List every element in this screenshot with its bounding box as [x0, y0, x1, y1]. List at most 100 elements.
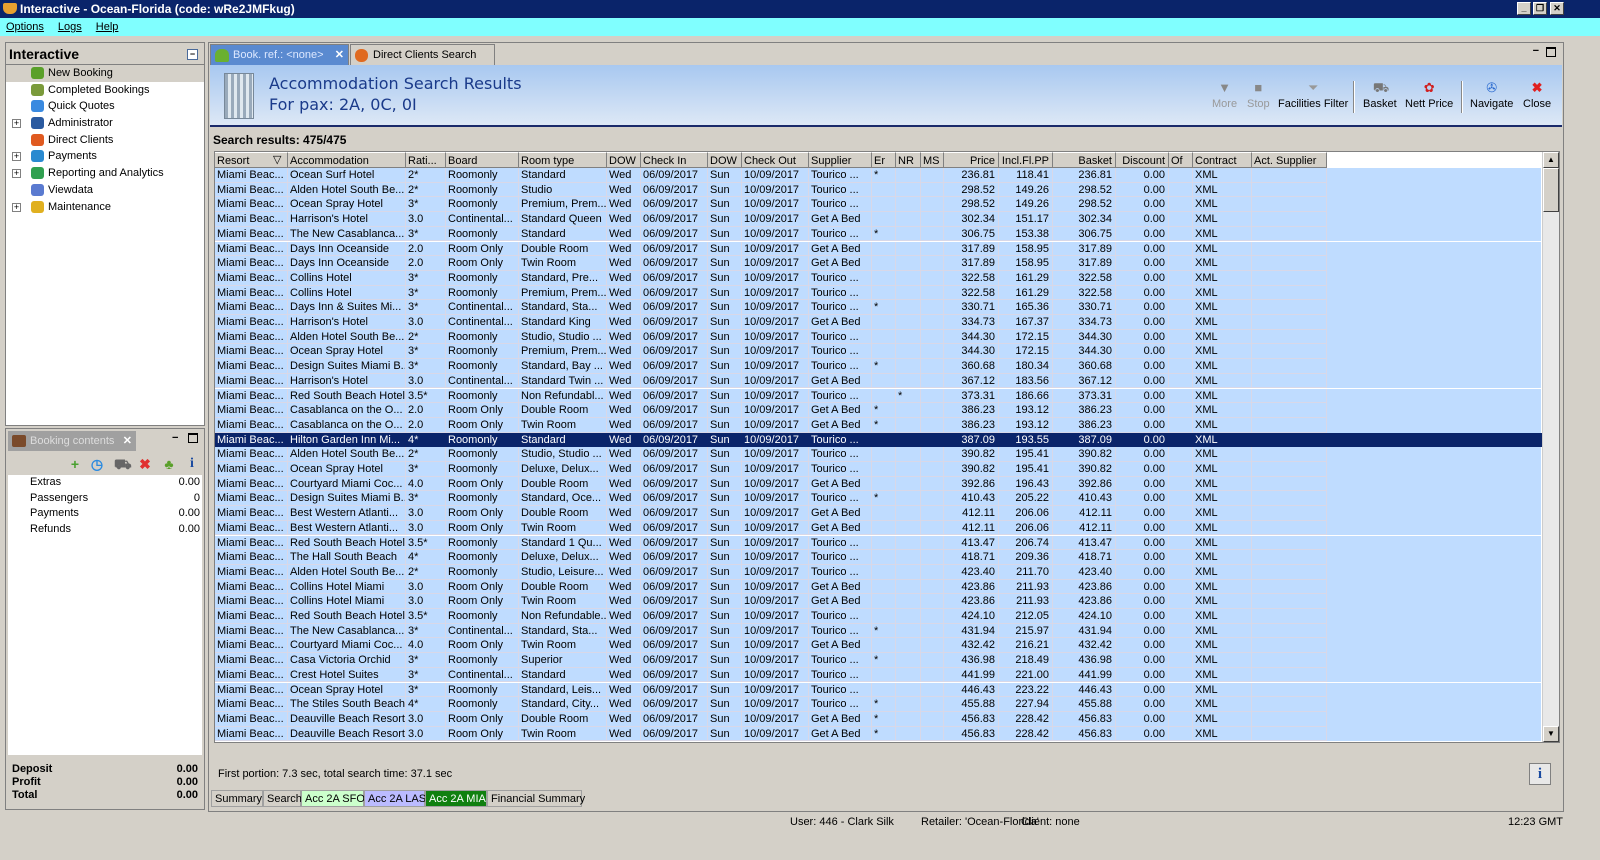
- close-button[interactable]: ✖ Close: [1523, 81, 1551, 111]
- table-row[interactable]: Miami Beac... Best Western Atlanti... 3.0 R…: [215, 506, 1541, 521]
- minimize-panel-button[interactable]: −: [172, 432, 178, 444]
- column-header-accommodation[interactable]: Accommodation: [288, 152, 406, 168]
- tab-booking-ref[interactable]: Book. ref.: <none> ✕: [210, 44, 349, 65]
- expand-icon[interactable]: +: [12, 169, 21, 179]
- table-row[interactable]: Miami Beac... Days Inn Oceanside 2.0 Room O…: [215, 256, 1541, 271]
- column-header-er[interactable]: Er: [872, 152, 896, 168]
- column-header-board[interactable]: Board: [446, 152, 519, 168]
- table-row[interactable]: Miami Beac... Courtyard Miami Coc... 4.0 Ro…: [215, 638, 1541, 654]
- sidebar-item-direct-clients[interactable]: Direct Clients: [6, 132, 204, 149]
- column-header-dow[interactable]: DOW: [708, 152, 742, 168]
- table-row[interactable]: Miami Beac... Design Suites Miami B... 3* R…: [215, 491, 1541, 507]
- column-header-discount[interactable]: Discount: [1116, 152, 1169, 168]
- filter-icon[interactable]: ▽: [273, 152, 281, 168]
- scroll-down-button[interactable]: ▼: [1543, 726, 1559, 742]
- refresh-clock-icon[interactable]: ◷: [90, 457, 104, 471]
- minimize-view-button[interactable]: −: [1533, 45, 1539, 57]
- table-row[interactable]: Miami Beac... Red South Beach Hotel 3.5* Ro…: [215, 535, 1541, 551]
- tab-direct-clients-search[interactable]: Direct Clients Search: [350, 44, 495, 65]
- maximize-view-button[interactable]: [1546, 47, 1556, 57]
- table-row[interactable]: Miami Beac... Ocean Surf Hotel 2* Roomonly S…: [215, 168, 1541, 183]
- minimize-button[interactable]: _: [1517, 2, 1531, 15]
- sidebar-item-new-booking[interactable]: New Booking: [6, 65, 204, 82]
- table-row[interactable]: Miami Beac... Courtyard Miami Coc... 4.0 Ro…: [215, 476, 1541, 492]
- column-header-incl-fl-pp[interactable]: Incl.Fl.PP: [999, 152, 1053, 168]
- bottom-tab-acc-2a-mia[interactable]: Acc 2A MIA: [425, 790, 487, 807]
- column-header-nr[interactable]: NR: [896, 152, 921, 168]
- facilities-filter-button[interactable]: ⏷ Facilities Filter: [1278, 81, 1348, 111]
- info-button[interactable]: i: [1529, 763, 1551, 785]
- column-header-contract[interactable]: Contract: [1193, 152, 1252, 168]
- column-header-price[interactable]: Price: [944, 152, 999, 168]
- bottom-tab-acc-2a-sfo[interactable]: Acc 2A SFO: [301, 790, 365, 807]
- column-header-act-supplier[interactable]: Act. Supplier: [1252, 152, 1327, 168]
- table-row[interactable]: Miami Beac... Harrison's Hotel 3.0 Continen…: [215, 212, 1541, 227]
- column-header-check-in[interactable]: Check In: [641, 152, 708, 168]
- table-row[interactable]: Miami Beac... Best Western Atlanti... 3.0 R…: [215, 520, 1541, 536]
- palm-tree-icon[interactable]: ♣: [162, 457, 176, 471]
- table-row[interactable]: Miami Beac... Alden Hotel South Be... 2* Ro…: [215, 564, 1541, 580]
- table-row[interactable]: Miami Beac... Casablanca on the O... 2.0 Ro…: [215, 417, 1541, 433]
- table-row[interactable]: Miami Beac... Crest Hotel Suites 3* Contine…: [215, 667, 1541, 683]
- bottom-tab-financial-summary[interactable]: Financial Summary: [487, 790, 585, 807]
- bottom-tab-acc-2a-las[interactable]: Acc 2A LAS: [364, 790, 426, 807]
- table-row[interactable]: Miami Beac... Alden Hotel South Be... 2* Ro…: [215, 329, 1541, 345]
- stop-button[interactable]: ■ Stop: [1247, 81, 1270, 111]
- bottom-tab-search[interactable]: Search: [263, 790, 302, 807]
- table-row[interactable]: Miami Beac... Collins Hotel Miami 3.0 Room …: [215, 594, 1541, 609]
- table-row[interactable]: Miami Beac... The Stiles South Beach 4* Roo…: [215, 697, 1541, 712]
- more-button[interactable]: ▼ More: [1212, 81, 1237, 111]
- column-header-ms[interactable]: MS: [921, 152, 944, 168]
- sidebar-item-quick-quotes[interactable]: Quick Quotes: [6, 98, 204, 115]
- scroll-thumb[interactable]: [1543, 168, 1559, 212]
- table-row[interactable]: Miami Beac... Ocean Spray Hotel 3* Roomonly…: [215, 197, 1541, 213]
- table-row[interactable]: Miami Beac... Deauville Beach Resort 3.0 Ro…: [215, 726, 1541, 742]
- info-icon[interactable]: i: [185, 457, 199, 471]
- table-row[interactable]: Miami Beac... Red South Beach Hotel 3.5* Ro…: [215, 609, 1541, 624]
- expand-icon[interactable]: +: [12, 202, 21, 212]
- basket-go-icon[interactable]: ⛟: [114, 457, 132, 471]
- scroll-up-button[interactable]: ▲: [1543, 152, 1559, 168]
- table-row[interactable]: Miami Beac... Ocean Spray Hotel 3* Roomonly…: [215, 462, 1541, 477]
- restore-button[interactable]: ❐: [1533, 2, 1547, 15]
- add-icon[interactable]: +: [68, 457, 82, 471]
- column-header-check-out[interactable]: Check Out: [742, 152, 809, 168]
- expand-icon[interactable]: +: [12, 152, 21, 162]
- column-header-basket[interactable]: Basket: [1053, 152, 1116, 168]
- table-row[interactable]: Miami Beac... Alden Hotel South Be... 2* Ro…: [215, 182, 1541, 198]
- table-row[interactable]: Miami Beac... Hilton Garden Inn Mi... 4* Ro…: [215, 432, 1541, 448]
- table-row[interactable]: Miami Beac... Design Suites Miami B... 3* R…: [215, 359, 1541, 374]
- sidebar-item-reporting-and-analytics[interactable]: + Reporting and Analytics: [6, 165, 204, 182]
- table-row[interactable]: Miami Beac... Red South Beach Hotel 3.5* Ro…: [215, 388, 1541, 404]
- table-row[interactable]: Miami Beac... Collins Hotel 3* Roomonly Stan…: [215, 270, 1541, 286]
- basket-button[interactable]: ⛟ Basket: [1363, 81, 1397, 111]
- table-row[interactable]: Miami Beac... Collins Hotel Miami 3.0 Room …: [215, 579, 1541, 595]
- sidebar-item-payments[interactable]: + Payments: [6, 148, 204, 165]
- table-row[interactable]: Miami Beac... Harrison's Hotel 3.0 Continen…: [215, 373, 1541, 389]
- collapse-panel-button[interactable]: −: [187, 49, 198, 60]
- table-row[interactable]: Miami Beac... The Hall South Beach 4* Roomo…: [215, 550, 1541, 565]
- column-header-room-type[interactable]: Room type: [519, 152, 607, 168]
- sidebar-item-viewdata[interactable]: Viewdata: [6, 182, 204, 199]
- close-tab-icon[interactable]: ✕: [335, 45, 344, 66]
- table-row[interactable]: Miami Beac... Days Inn Oceanside 2.0 Room O…: [215, 241, 1541, 257]
- vertical-scrollbar[interactable]: ▲ ▼: [1542, 152, 1559, 742]
- column-header-rati[interactable]: Rati...: [406, 152, 446, 168]
- table-row[interactable]: Miami Beac... Deauville Beach Resort 3.0 Ro…: [215, 711, 1541, 727]
- close-window-button[interactable]: ✕: [1550, 2, 1564, 15]
- close-booking-tab-icon[interactable]: ✕: [123, 431, 132, 451]
- table-row[interactable]: Miami Beac... The New Casablanca... 3* Cont…: [215, 623, 1541, 639]
- sidebar-item-completed-bookings[interactable]: Completed Bookings: [6, 82, 204, 99]
- sidebar-item-maintenance[interactable]: + Maintenance: [6, 199, 204, 216]
- table-row[interactable]: Miami Beac... Days Inn & Suites Mi... 3* Co…: [215, 300, 1541, 315]
- menu-help[interactable]: Help: [96, 21, 119, 33]
- menu-options[interactable]: Options: [6, 21, 44, 33]
- table-row[interactable]: Miami Beac... Harrison's Hotel 3.0 Continen…: [215, 315, 1541, 330]
- table-row[interactable]: Miami Beac... Ocean Spray Hotel 3* Roomonly…: [215, 682, 1541, 698]
- booking-contents-tab[interactable]: Booking contents ✕: [8, 431, 136, 451]
- maximize-panel-button[interactable]: [188, 433, 198, 443]
- table-row[interactable]: Miami Beac... Casablanca on the O... 2.0 Ro…: [215, 403, 1541, 418]
- table-row[interactable]: Miami Beac... Casa Victoria Orchid 3* Roomo…: [215, 653, 1541, 668]
- column-header-supplier[interactable]: Supplier: [809, 152, 872, 168]
- table-row[interactable]: Miami Beac... The New Casablanca... 3* Room…: [215, 226, 1541, 242]
